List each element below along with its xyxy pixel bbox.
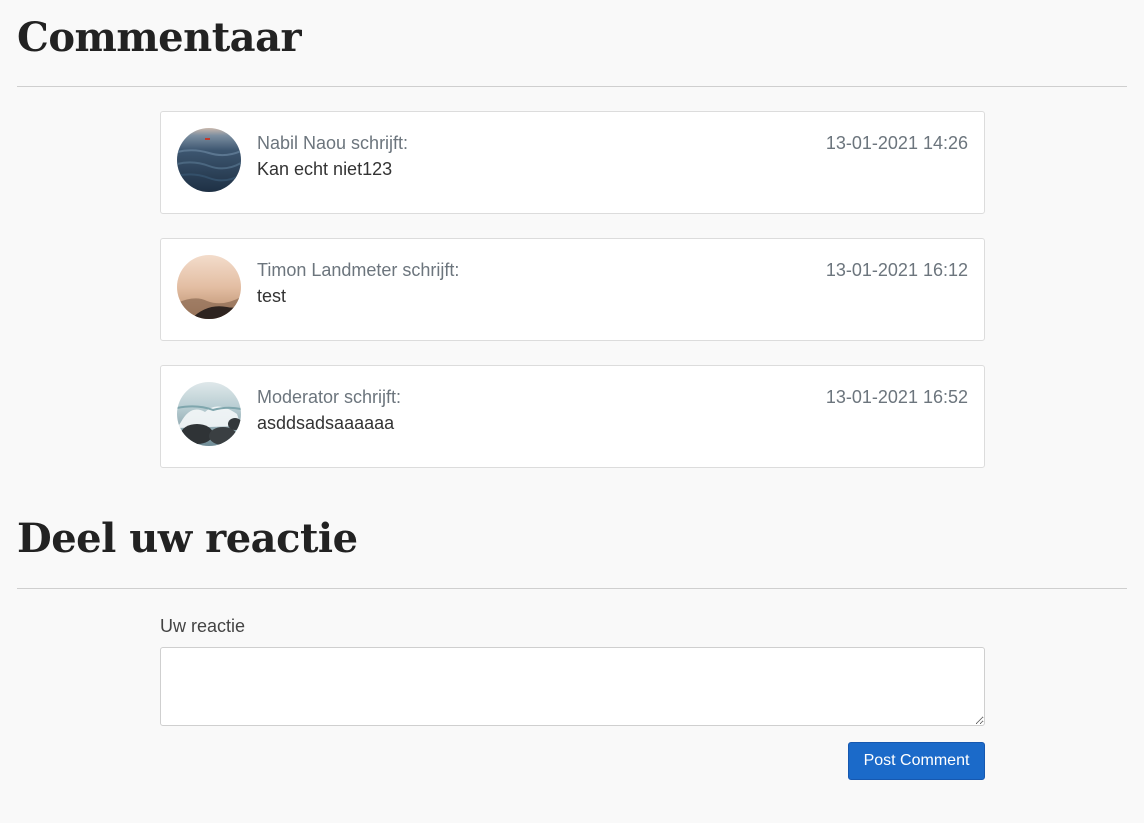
comment-author: Nabil Naou schrijft:	[257, 133, 409, 153]
comment-timestamp: 13-01-2021 16:12	[825, 260, 968, 280]
comments-heading: Commentaar	[17, 14, 302, 61]
comment-body: Kan echt niet123	[257, 159, 393, 179]
divider	[17, 86, 1127, 87]
comment-card: Moderator schrijft: 13-01-2021 16:52 asd…	[160, 365, 985, 468]
sea-photo	[177, 128, 241, 192]
avatar	[177, 255, 241, 319]
misty-mountain-photo	[177, 255, 241, 319]
comment-card: Nabil Naou schrijft: 13-01-2021 14:26 Ka…	[160, 111, 985, 214]
divider	[17, 588, 1127, 589]
reply-textarea[interactable]	[160, 647, 985, 726]
reply-heading: Deel uw reactie	[17, 515, 358, 562]
comment-timestamp: 13-01-2021 14:26	[825, 133, 968, 153]
comment-body: asddsadsaaaaaa	[257, 413, 395, 433]
comment-card: Timon Landmeter schrijft: 13-01-2021 16:…	[160, 238, 985, 341]
avatar	[177, 128, 241, 192]
comment-author: Timon Landmeter schrijft:	[257, 260, 460, 280]
post-comment-button[interactable]: Post Comment	[848, 742, 985, 780]
comment-list: Nabil Naou schrijft: 13-01-2021 14:26 Ka…	[160, 111, 985, 492]
reply-label: Uw reactie	[160, 616, 246, 636]
avatar	[177, 382, 241, 446]
wave-rocks-photo	[177, 382, 241, 446]
comment-body: test	[257, 286, 287, 306]
comment-timestamp: 13-01-2021 16:52	[825, 387, 968, 407]
comment-author: Moderator schrijft:	[257, 387, 402, 407]
